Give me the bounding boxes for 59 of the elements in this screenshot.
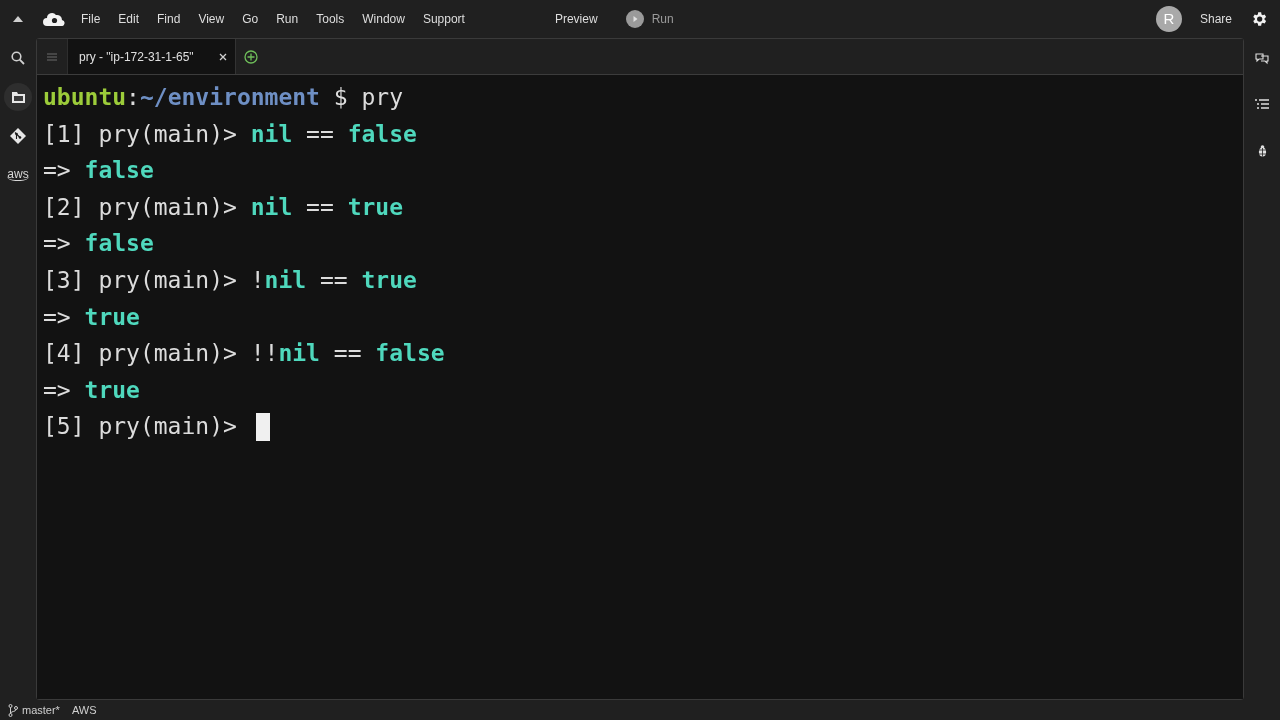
terminal-text: [2] pry(main)> bbox=[43, 192, 238, 222]
directory-path: ~/environment bbox=[139, 83, 320, 112]
terminal-text: $ pry bbox=[332, 83, 404, 112]
output-value: false bbox=[347, 119, 417, 149]
output-value: false bbox=[84, 156, 154, 186]
run-button[interactable]: Run bbox=[625, 9, 674, 28]
chat-icon[interactable] bbox=[1255, 53, 1269, 65]
output-value: nil bbox=[250, 119, 293, 149]
terminal-text: : bbox=[126, 83, 140, 112]
menu-item[interactable]: Window bbox=[362, 11, 405, 26]
aws-panel-button[interactable]: aws bbox=[4, 161, 32, 189]
output-value: true bbox=[84, 375, 140, 405]
output-value: nil bbox=[250, 192, 293, 222]
terminal-text: [5] pry(main)> bbox=[43, 412, 238, 442]
menu-item[interactable]: Go bbox=[242, 11, 259, 26]
menu-item[interactable]: Find bbox=[157, 11, 181, 26]
output-value: false bbox=[375, 339, 445, 369]
output-value: true bbox=[361, 265, 417, 295]
terminal-text: => bbox=[43, 302, 72, 332]
terminal-text: => bbox=[43, 156, 72, 186]
branch-icon bbox=[8, 703, 18, 717]
close-icon[interactable] bbox=[218, 52, 227, 61]
terminal-text: [1] pry(main)> bbox=[43, 119, 238, 149]
add-tab-icon[interactable] bbox=[243, 49, 258, 64]
git-branch[interactable]: master* bbox=[8, 703, 60, 717]
menu-item[interactable]: Support bbox=[422, 11, 465, 26]
terminal-text: == bbox=[305, 192, 335, 222]
files-panel-button[interactable] bbox=[4, 83, 32, 111]
output-value: true bbox=[347, 192, 404, 222]
play-icon bbox=[625, 9, 644, 28]
menu-item[interactable]: Edit bbox=[118, 11, 140, 26]
menu-item[interactable]: Tools bbox=[316, 11, 345, 26]
menu-item[interactable]: View bbox=[198, 11, 225, 26]
share-button[interactable]: Share bbox=[1199, 11, 1232, 26]
terminal-tab[interactable]: pry - "ip-172-31-1-65" bbox=[68, 39, 236, 74]
terminal-text: [3] pry(main)> ! bbox=[43, 265, 265, 295]
terminal-text: => bbox=[43, 375, 72, 405]
cloud-logo-icon bbox=[43, 11, 65, 26]
output-value: true bbox=[84, 302, 140, 332]
output-value: nil bbox=[278, 339, 320, 369]
git-icon bbox=[10, 128, 26, 144]
search-icon bbox=[11, 51, 25, 65]
collapse-icon[interactable] bbox=[13, 15, 23, 22]
text-cursor bbox=[255, 412, 270, 441]
bug-icon[interactable] bbox=[1256, 145, 1268, 157]
terminal-text: == bbox=[318, 265, 349, 295]
aws-status[interactable]: AWS bbox=[71, 704, 97, 716]
terminal-text: == bbox=[305, 119, 335, 149]
output-value: false bbox=[84, 229, 154, 259]
terminal-text: [4] pry(main)> !! bbox=[43, 339, 279, 369]
terminal-text: == bbox=[332, 339, 363, 369]
outline-icon[interactable] bbox=[1255, 99, 1269, 111]
menu-item[interactable]: Run bbox=[276, 11, 299, 26]
folder-icon bbox=[11, 91, 25, 103]
preview-menu[interactable]: Preview bbox=[554, 11, 598, 26]
terminal-text: => bbox=[43, 229, 72, 259]
menu-item[interactable]: File bbox=[81, 11, 101, 26]
user-name: ubuntu bbox=[43, 83, 127, 112]
output-value: nil bbox=[264, 265, 307, 295]
